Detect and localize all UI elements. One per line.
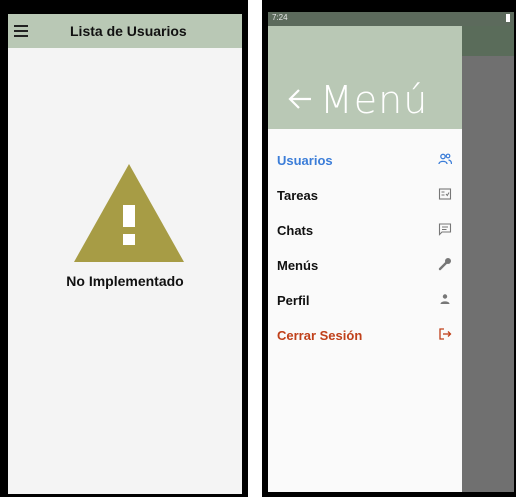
users-list-screen: Lista de Usuarios No Implementado	[8, 14, 242, 494]
right-phone-frame: 7:24 Menú Usuarios Tareas Chats Menús Pe…	[262, 0, 516, 497]
menu-item-label: Chats	[277, 223, 314, 238]
status-bar: 7:24	[268, 12, 514, 26]
battery-icon	[506, 14, 510, 22]
menu-item-label: Usuarios	[277, 153, 333, 168]
menu-item-usuarios[interactable]: Usuarios	[268, 144, 462, 176]
menu-item-label: Cerrar Sesión	[277, 328, 363, 343]
task-list-icon	[438, 188, 452, 200]
chat-icon	[438, 223, 452, 236]
menu-item-perfil[interactable]: Perfil	[268, 284, 462, 316]
app-bar: Lista de Usuarios	[8, 14, 242, 48]
status-time: 7:24	[272, 13, 288, 22]
menu-item-label: Tareas	[277, 188, 318, 203]
person-icon	[440, 294, 450, 304]
left-phone-frame: Lista de Usuarios No Implementado	[0, 0, 248, 497]
navigation-drawer: Menú Usuarios Tareas Chats Menús Perfil …	[268, 26, 462, 492]
menu-item-menus[interactable]: Menús	[268, 249, 462, 281]
menu-item-tareas[interactable]: Tareas	[268, 179, 462, 211]
warning-icon	[74, 164, 184, 262]
page-title: Lista de Usuarios	[70, 23, 187, 39]
drawer-title: Menú	[320, 78, 429, 122]
wrench-icon	[438, 258, 451, 271]
logout-icon	[439, 328, 452, 340]
users-icon	[438, 153, 452, 165]
drawer-header: Menú	[268, 26, 462, 129]
not-implemented-message: No Implementado	[66, 273, 184, 289]
menu-item-chats[interactable]: Chats	[268, 214, 462, 246]
menu-item-label: Perfil	[277, 293, 310, 308]
hamburger-menu-icon[interactable]	[14, 25, 28, 37]
back-arrow-icon[interactable]	[288, 89, 312, 109]
drawer-screen: 7:24 Menú Usuarios Tareas Chats Menús Pe…	[268, 12, 514, 492]
menu-item-cerrar-sesion[interactable]: Cerrar Sesión	[268, 319, 462, 351]
menu-item-label: Menús	[277, 258, 319, 273]
